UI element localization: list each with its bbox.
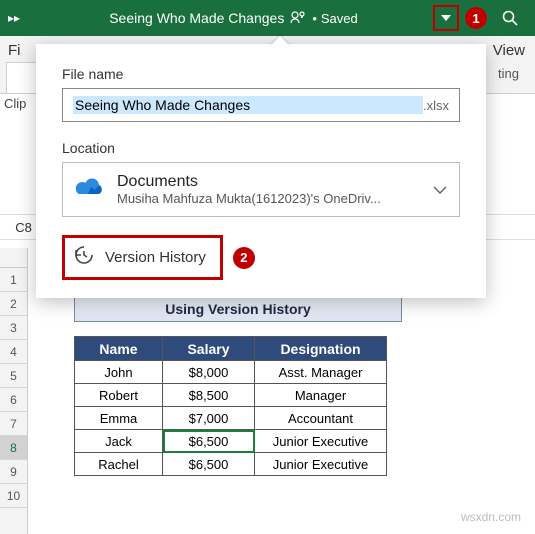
row-header[interactable]: 4 [0,340,27,364]
cell[interactable]: Rachel [75,453,163,476]
row-header[interactable]: 7 [0,412,27,436]
data-table[interactable]: NameSalaryDesignation John$8,000Asst. Ma… [74,336,387,476]
chevron-down-icon [433,181,447,199]
table-row[interactable]: John$8,000Asst. Manager [75,361,387,384]
version-history-button[interactable]: Version History [62,235,223,280]
save-status: • Saved [312,11,357,26]
cell[interactable]: Emma [75,407,163,430]
cell[interactable]: $8,000 [163,361,255,384]
annotation-1: 1 [465,7,487,29]
row-header[interactable]: 2 [0,292,27,316]
cell[interactable]: Junior Executive [255,430,387,453]
cell[interactable]: Manager [255,384,387,407]
table-row[interactable]: Jack$6,500Junior Executive [75,430,387,453]
cell[interactable]: $6,500 [163,430,255,453]
table-row[interactable]: Emma$7,000Accountant [75,407,387,430]
column-header[interactable]: Salary [163,337,255,361]
onedrive-icon [75,176,107,203]
clipboard-label-fragment: Clip [4,96,26,111]
watermark: wsxdn.com [461,510,521,524]
file-name-label: File name [62,66,460,82]
title-bar: ▸▸ Seeing Who Made Changes • Saved 1 [0,0,535,36]
column-header[interactable]: Name [75,337,163,361]
row-headers[interactable]: 12345678910 [0,248,28,534]
row-header[interactable]: 6 [0,388,27,412]
search-button[interactable] [493,9,527,27]
file-tab-fragment[interactable]: Fi [8,42,21,59]
row-header[interactable]: 8 [0,436,27,460]
cell[interactable]: $8,500 [163,384,255,407]
view-tab[interactable]: View [493,42,525,59]
history-icon [73,244,95,271]
cell[interactable]: $6,500 [163,453,255,476]
row-header[interactable]: 10 [0,484,27,508]
flyout-pointer [270,36,290,46]
location-selector[interactable]: Documents Musiha Mahfuza Mukta(1612023)'… [62,162,460,217]
table-row[interactable]: Robert$8,500Manager [75,384,387,407]
annotation-2: 2 [233,247,255,269]
version-history-label: Version History [105,249,206,266]
cell[interactable]: John [75,361,163,384]
expand-ribbon-button[interactable]: ▸▸ [8,11,36,25]
cell[interactable]: Jack [75,430,163,453]
file-extension: .xlsx [423,98,449,113]
table-row[interactable]: Rachel$6,500Junior Executive [75,453,387,476]
section-title: Using Version History [74,296,402,322]
row-header[interactable]: 5 [0,364,27,388]
column-header[interactable]: Designation [255,337,387,361]
row-header[interactable]: 3 [0,316,27,340]
cell[interactable]: Accountant [255,407,387,430]
document-title: Seeing Who Made Changes [109,10,284,26]
group-fragment: ting [498,66,519,81]
location-title: Documents [117,173,423,191]
cell[interactable]: Robert [75,384,163,407]
share-icon[interactable] [290,10,306,27]
title-flyout: File name Seeing Who Made Changes .xlsx … [36,44,486,298]
cell[interactable]: Junior Executive [255,453,387,476]
row-header[interactable]: 1 [0,268,27,292]
location-label: Location [62,140,460,156]
file-name-value[interactable]: Seeing Who Made Changes [73,96,423,114]
file-name-input[interactable]: Seeing Who Made Changes .xlsx [62,88,460,122]
cell[interactable]: Asst. Manager [255,361,387,384]
location-path: Musiha Mahfuza Mukta(1612023)'s OneDriv.… [117,191,423,206]
cell[interactable]: $7,000 [163,407,255,430]
title-dropdown-button[interactable] [433,5,459,31]
row-header[interactable]: 9 [0,460,27,484]
